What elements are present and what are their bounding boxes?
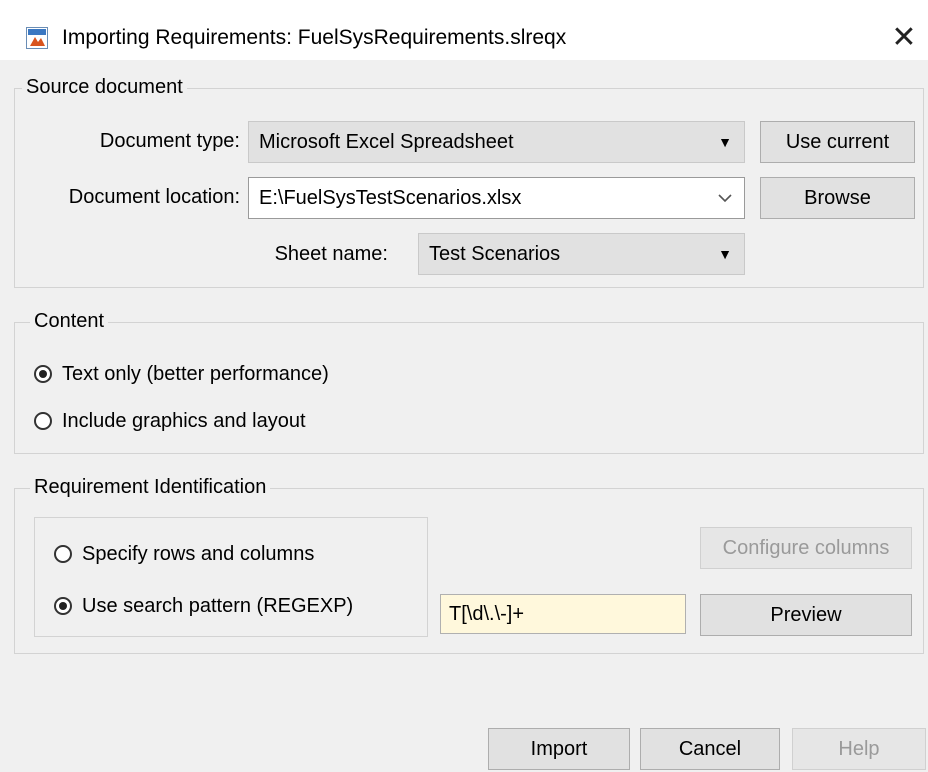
- search-pattern-radio[interactable]: Use search pattern (REGEXP): [54, 593, 353, 619]
- source-document-title: Source document: [22, 76, 187, 99]
- specify-rows-radio[interactable]: Specify rows and columns: [54, 541, 314, 567]
- identification-method-box: [34, 517, 428, 637]
- include-graphics-label: Include graphics and layout: [62, 409, 306, 432]
- content-group: [14, 322, 924, 454]
- document-type-dropdown[interactable]: Microsoft Excel Spreadsheet ▼: [248, 121, 745, 163]
- use-current-button[interactable]: Use current: [760, 121, 915, 163]
- close-icon[interactable]: ✕: [884, 16, 924, 60]
- sheet-name-label: Sheet name:: [274, 243, 388, 265]
- include-graphics-radio[interactable]: Include graphics and layout: [34, 408, 306, 434]
- sheet-name-value: Test Scenarios: [429, 243, 561, 265]
- radio-selected-icon: [34, 365, 52, 383]
- radio-unselected-icon: [34, 412, 52, 430]
- sheet-name-dropdown[interactable]: Test Scenarios ▼: [418, 233, 745, 275]
- radio-unselected-icon: [54, 545, 72, 563]
- requirement-identification-title: Requirement Identification: [30, 476, 271, 499]
- window-title: Importing Requirements: FuelSysRequireme…: [62, 26, 567, 49]
- chevron-down-icon: [718, 178, 732, 218]
- document-type-value: Microsoft Excel Spreadsheet: [259, 131, 514, 153]
- cancel-button[interactable]: Cancel: [640, 728, 780, 770]
- regexp-input[interactable]: T[\d\.\-]+: [440, 594, 686, 634]
- import-button[interactable]: Import: [488, 728, 630, 770]
- matlab-app-icon: [26, 27, 48, 49]
- preview-button[interactable]: Preview: [700, 594, 912, 636]
- document-location-field[interactable]: E:\FuelSysTestScenarios.xlsx: [248, 177, 745, 219]
- dropdown-arrow-icon: ▼: [718, 246, 732, 262]
- content-title: Content: [30, 310, 109, 333]
- radio-selected-icon: [54, 597, 72, 615]
- dropdown-arrow-icon: ▼: [718, 134, 732, 150]
- browse-button[interactable]: Browse: [760, 177, 915, 219]
- search-pattern-label: Use search pattern (REGEXP): [82, 594, 354, 617]
- document-type-label: Document type:: [99, 130, 240, 152]
- document-location-value: E:\FuelSysTestScenarios.xlsx: [259, 187, 522, 209]
- help-button[interactable]: Help: [792, 728, 926, 770]
- document-location-label: Document location:: [68, 186, 240, 208]
- text-only-label: Text only (better performance): [62, 362, 329, 385]
- specify-rows-label: Specify rows and columns: [82, 542, 315, 565]
- configure-columns-button[interactable]: Configure columns: [700, 527, 912, 569]
- text-only-radio[interactable]: Text only (better performance): [34, 361, 329, 387]
